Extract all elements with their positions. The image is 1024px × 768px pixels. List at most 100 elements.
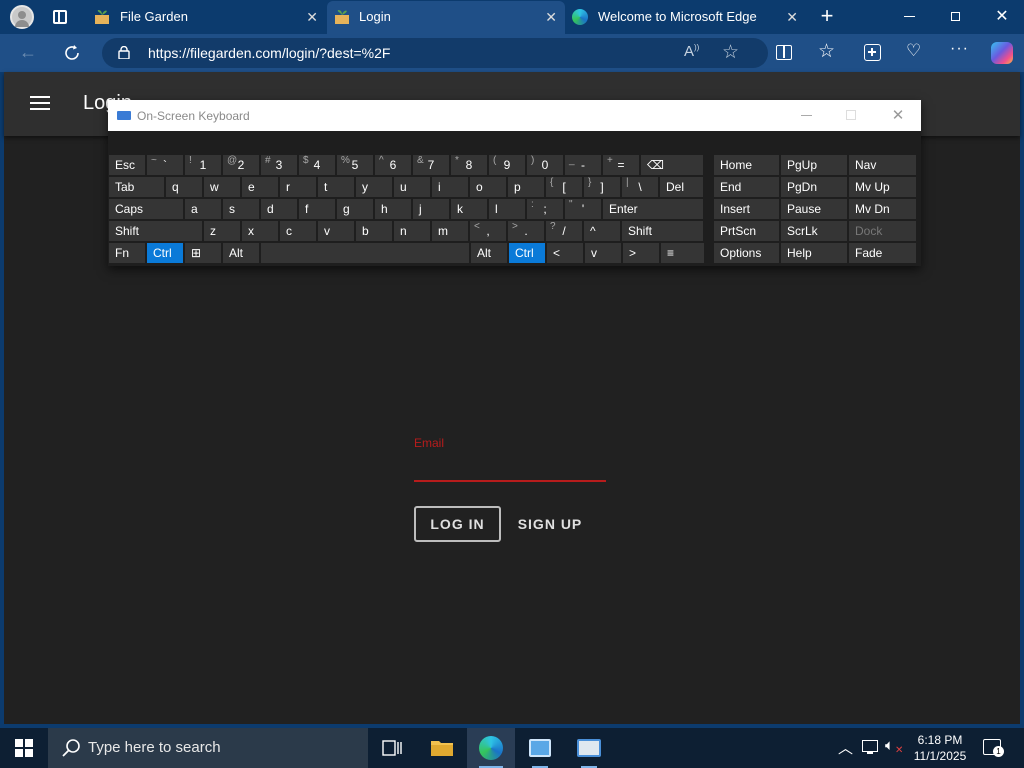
key-symbol[interactable]: }] xyxy=(584,177,620,197)
volume-muted-icon[interactable]: 🔈︎ ✕ xyxy=(885,737,903,756)
close-icon[interactable]: ✕ xyxy=(786,9,798,25)
key-mv-up[interactable]: Mv Up xyxy=(849,177,916,197)
on-screen-keyboard-taskbar-button[interactable] xyxy=(565,728,613,768)
key-fade[interactable]: Fade xyxy=(849,243,916,263)
key-symbol[interactable]: ? / xyxy=(546,221,582,241)
key-g[interactable]: g xyxy=(337,199,373,219)
key-y[interactable]: y xyxy=(356,177,392,197)
key-del[interactable]: Del xyxy=(660,177,703,197)
key-9[interactable]: (9 xyxy=(489,155,525,175)
more-options-icon[interactable]: ··· xyxy=(950,40,969,58)
key-ctrl[interactable]: Ctrl xyxy=(509,243,545,263)
tab-edge-welcome[interactable]: Welcome to Microsoft Edge ✕ xyxy=(566,0,806,34)
back-icon[interactable]: ← xyxy=(16,42,40,64)
minimize-button[interactable] xyxy=(887,0,931,34)
key-shift[interactable]: Shift xyxy=(622,221,703,241)
key-r[interactable]: r xyxy=(280,177,316,197)
key-pause[interactable]: Pause xyxy=(781,199,847,219)
key-0[interactable]: ) 0 xyxy=(527,155,563,175)
key-f[interactable]: f xyxy=(299,199,335,219)
key-symbol[interactable]: ⌫ xyxy=(641,155,703,175)
key-w[interactable]: w xyxy=(204,177,240,197)
favorite-star-icon[interactable]: ☆ xyxy=(722,41,739,64)
key-dock[interactable]: Dock xyxy=(849,221,916,241)
key-shift[interactable]: Shift xyxy=(109,221,202,241)
network-icon[interactable] xyxy=(862,740,878,754)
close-icon[interactable]: ✕ xyxy=(545,9,557,25)
key-m[interactable]: m xyxy=(432,221,468,241)
key-alt[interactable]: Alt xyxy=(471,243,507,263)
key-p[interactable]: p xyxy=(508,177,544,197)
lock-icon[interactable] xyxy=(118,45,130,60)
key-symbol[interactable]: | \ xyxy=(622,177,658,197)
restore-button[interactable] xyxy=(933,0,977,34)
keyboard-minimize-button[interactable] xyxy=(786,100,826,131)
tab-actions-icon[interactable] xyxy=(53,10,67,24)
menu-icon[interactable] xyxy=(30,96,50,112)
taskbar-search-box[interactable]: Type here to search xyxy=(48,728,368,768)
key-nav[interactable]: Nav xyxy=(849,155,916,175)
key-u[interactable]: u xyxy=(394,177,430,197)
close-icon[interactable]: ✕ xyxy=(306,9,318,25)
key-a[interactable]: a xyxy=(185,199,221,219)
key-symbol[interactable]: {[ xyxy=(546,177,582,197)
key-4[interactable]: $4 xyxy=(299,155,335,175)
start-button[interactable] xyxy=(0,728,48,768)
keyboard-maximize-button[interactable] xyxy=(832,100,872,131)
key-caps[interactable]: Caps xyxy=(109,199,183,219)
refresh-icon[interactable] xyxy=(62,43,82,63)
key-2[interactable]: @2 xyxy=(223,155,259,175)
key-7[interactable]: & 7 xyxy=(413,155,449,175)
key-z[interactable]: z xyxy=(204,221,240,241)
key-esc[interactable]: Esc xyxy=(109,155,145,175)
task-view-button[interactable] xyxy=(368,728,416,768)
key-t[interactable]: t xyxy=(318,177,354,197)
keyboard-title-bar[interactable]: On-Screen Keyboard ✕ xyxy=(108,100,921,131)
key-h[interactable]: h xyxy=(375,199,411,219)
key-i[interactable]: i xyxy=(432,177,468,197)
key-symbol[interactable]: + = xyxy=(603,155,639,175)
email-field[interactable] xyxy=(414,454,606,482)
key-symbol[interactable]: > xyxy=(623,243,659,263)
key-space[interactable] xyxy=(261,243,469,263)
key-ctrl[interactable]: Ctrl xyxy=(147,243,183,263)
key-alt[interactable]: Alt xyxy=(223,243,259,263)
key-s[interactable]: s xyxy=(223,199,259,219)
tab-login[interactable]: Login ✕ xyxy=(327,1,565,34)
tab-file-garden[interactable]: File Garden ✕ xyxy=(86,0,326,34)
show-hidden-icons-chevron-icon[interactable]: ︿ xyxy=(838,737,853,758)
key-help[interactable]: Help xyxy=(781,243,847,263)
key-c[interactable]: c xyxy=(280,221,316,241)
key-o[interactable]: o xyxy=(470,177,506,197)
key-x[interactable]: x xyxy=(242,221,278,241)
key-5[interactable]: % 5 xyxy=(337,155,373,175)
key-8[interactable]: * 8 xyxy=(451,155,487,175)
key-symbol[interactable]: :; xyxy=(527,199,563,219)
log-in-button[interactable]: LOG IN xyxy=(414,506,501,542)
key-b[interactable]: b xyxy=(356,221,392,241)
key-e[interactable]: e xyxy=(242,177,278,197)
address-bar[interactable]: https://filegarden.com/login/?dest=%2F A… xyxy=(102,38,768,68)
key-symbol[interactable]: ~ ` xyxy=(147,155,183,175)
key-enter[interactable]: Enter xyxy=(603,199,703,219)
keyboard-close-button[interactable]: ✕ xyxy=(878,100,918,131)
key-symbol[interactable]: <, xyxy=(470,221,506,241)
favorites-icon[interactable]: ☆ xyxy=(818,40,835,63)
collections-icon[interactable] xyxy=(864,44,881,61)
key-v[interactable]: v xyxy=(318,221,354,241)
key-symbol[interactable]: >. xyxy=(508,221,544,241)
key-end[interactable]: End xyxy=(714,177,779,197)
key-k[interactable]: k xyxy=(451,199,487,219)
read-aloud-icon[interactable]: A)) xyxy=(684,43,699,60)
key-pgup[interactable]: PgUp xyxy=(781,155,847,175)
key-symbol[interactable]: ^ xyxy=(584,221,620,241)
new-tab-button[interactable]: + xyxy=(816,5,838,28)
key-symbol[interactable]: _ - xyxy=(565,155,601,175)
key-tab[interactable]: Tab xyxy=(109,177,164,197)
key-pgdn[interactable]: PgDn xyxy=(781,177,847,197)
key-l[interactable]: l xyxy=(489,199,525,219)
key-n[interactable]: n xyxy=(394,221,430,241)
key-prtscn[interactable]: PrtScn xyxy=(714,221,779,241)
key-d[interactable]: d xyxy=(261,199,297,219)
key-j[interactable]: j xyxy=(413,199,449,219)
